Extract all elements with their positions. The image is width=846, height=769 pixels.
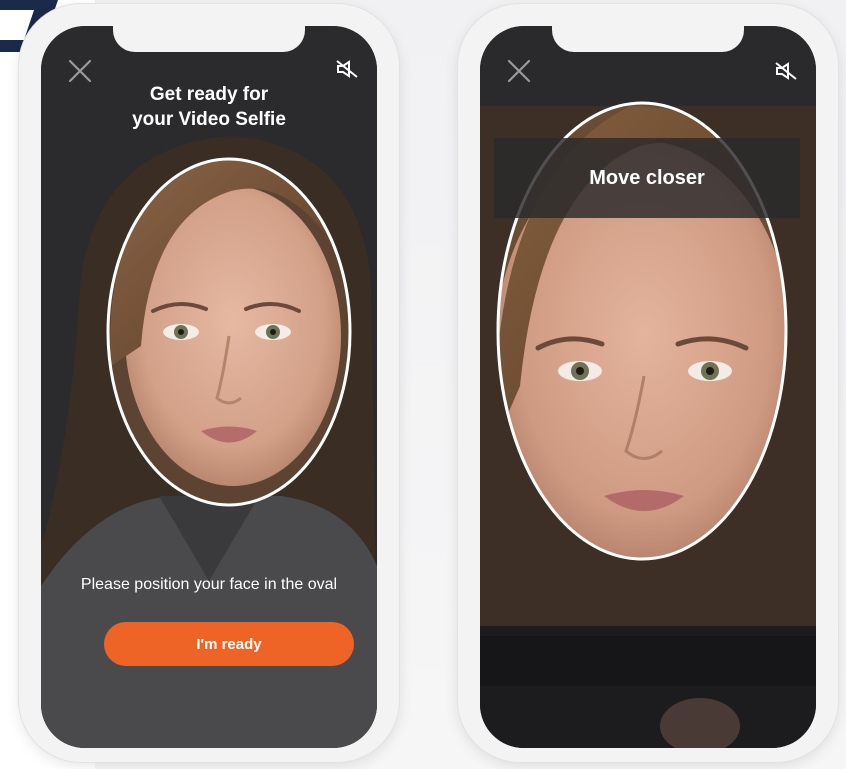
phone-frame-get-ready: Get ready for your Video Selfie Please p…	[19, 4, 399, 762]
phone-frame-move-closer: Move closer	[458, 4, 838, 762]
speaker-muted-icon[interactable]	[774, 60, 798, 82]
feedback-banner: Move closer	[494, 138, 800, 218]
title-line-2: your Video Selfie	[132, 109, 286, 130]
speaker-muted-icon[interactable]	[335, 58, 359, 80]
instruction-text: Please position your face in the oval	[80, 576, 338, 593]
phone-notch	[552, 26, 744, 52]
close-icon[interactable]	[65, 56, 95, 86]
camera-preview	[480, 26, 816, 748]
phone-notch	[113, 26, 305, 52]
phone-screen-move-closer: Move closer	[480, 26, 816, 748]
page-title: Get ready for your Video Selfie	[41, 82, 377, 132]
ready-button[interactable]: I'm ready	[104, 622, 354, 666]
phone-screen-get-ready: Get ready for your Video Selfie Please p…	[41, 26, 377, 748]
feedback-message: Move closer	[589, 166, 705, 189]
close-icon[interactable]	[504, 56, 534, 86]
